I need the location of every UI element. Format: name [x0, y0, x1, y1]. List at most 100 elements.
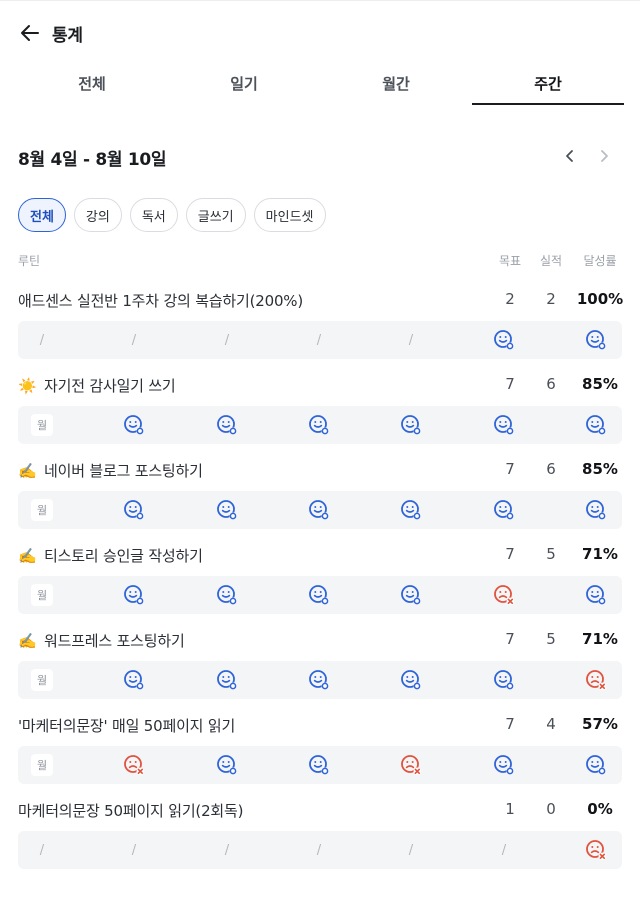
weekday-label: 월 — [31, 414, 53, 436]
smile-check-icon[interactable] — [114, 661, 154, 699]
weekday-label: 월 — [31, 584, 53, 606]
smile-check-icon[interactable] — [299, 406, 339, 444]
chip-writing[interactable]: 글쓰기 — [185, 198, 246, 232]
routine-actual: 0 — [546, 800, 556, 818]
smile-check-icon[interactable] — [207, 576, 247, 614]
day-cell-empty: / — [22, 831, 62, 869]
empty-slash: / — [224, 842, 230, 858]
empty-slash: / — [501, 842, 507, 858]
weekday-label: 월 — [31, 499, 53, 521]
routine-rate: 85% — [582, 375, 618, 393]
column-routine: 루틴 — [18, 254, 41, 268]
routine-row[interactable]: ✍️ 티스토리 승인글 작성하기 7 5 71% 월 — [18, 543, 622, 621]
back-arrow-icon[interactable] — [18, 21, 42, 45]
routine-actual: 4 — [546, 715, 556, 733]
page-title: 통계 — [52, 26, 83, 46]
chip-reading[interactable]: 독서 — [129, 198, 178, 232]
smile-check-icon[interactable] — [114, 576, 154, 614]
column-rate: 달성률 — [583, 254, 617, 268]
smile-check-icon[interactable] — [207, 491, 247, 529]
smile-check-icon[interactable] — [484, 661, 524, 699]
day-cell-empty: / — [391, 321, 431, 359]
tab-weekly[interactable]: 주간 — [472, 66, 624, 106]
routine-actual: 6 — [546, 460, 556, 478]
smile-check-icon[interactable] — [114, 406, 154, 444]
routine-day-track: 월 — [18, 746, 622, 784]
smile-check-icon[interactable] — [391, 406, 431, 444]
routine-row[interactable]: 애드센스 실전반 1주차 강의 복습하기(200%) 2 2 100% / / / / / — [18, 288, 623, 366]
routine-goal: 7 — [505, 715, 515, 733]
chip-all[interactable]: 전체 — [18, 198, 66, 232]
sad-x-icon[interactable] — [391, 746, 431, 784]
routine-day-track: 월 — [18, 491, 622, 529]
smile-check-icon[interactable] — [484, 491, 524, 529]
smile-check-icon[interactable] — [207, 746, 247, 784]
routine-row[interactable]: '마케터의문장' 매일 50페이지 읽기 7 4 57% 월 — [18, 713, 622, 791]
routine-goal: 7 — [505, 545, 515, 563]
routine-row[interactable]: ✍️ 네이버 블로그 포스팅하기 7 6 85% 월 — [18, 458, 622, 536]
smile-check-icon[interactable] — [207, 661, 247, 699]
smile-check-icon[interactable] — [576, 491, 616, 529]
empty-slash: / — [316, 842, 322, 858]
weekday-label: 월 — [31, 754, 53, 776]
smile-check-icon[interactable] — [299, 746, 339, 784]
sad-x-icon[interactable] — [114, 746, 154, 784]
sad-x-icon[interactable] — [576, 831, 616, 869]
routine-title: ✍️ 티스토리 승인글 작성하기 — [18, 545, 203, 566]
routine-actual: 6 — [546, 375, 556, 393]
sad-x-icon[interactable] — [484, 576, 524, 614]
smile-check-icon[interactable] — [484, 406, 524, 444]
routine-name: 네이버 블로그 포스팅하기 — [44, 462, 203, 480]
day-cell-weekday: 월 — [22, 746, 62, 784]
smile-check-icon[interactable] — [391, 661, 431, 699]
column-actual: 실적 — [539, 254, 563, 268]
week-range: 8월 4일 - 8월 10일 — [18, 150, 167, 170]
routine-name: 애드센스 실전반 1주차 강의 복습하기(200%) — [18, 292, 304, 310]
day-cell-empty: / — [114, 321, 154, 359]
chevron-left-icon[interactable] — [560, 145, 580, 167]
chevron-right-icon[interactable] — [594, 145, 614, 167]
day-cell-empty: / — [299, 321, 339, 359]
day-cell-weekday: 월 — [22, 576, 62, 614]
routine-title: '마케터의문장' 매일 50페이지 읽기 — [18, 715, 235, 736]
smile-check-icon[interactable] — [484, 321, 524, 359]
smile-check-icon[interactable] — [207, 406, 247, 444]
smile-check-icon[interactable] — [391, 576, 431, 614]
tab-all[interactable]: 전체 — [16, 66, 168, 106]
routine-rate: 85% — [582, 460, 618, 478]
chip-mindset[interactable]: 마인드셋 — [253, 198, 326, 232]
routine-summary: 애드센스 실전반 1주차 강의 복습하기(200%) 2 2 100% — [18, 288, 623, 310]
day-cell-empty: / — [391, 831, 431, 869]
routine-row[interactable]: 마케터의문장 50페이지 읽기(2회독) 1 0 0% / / / / / / — [18, 798, 622, 876]
column-header: 루틴 목표 실적 달성률 — [18, 252, 622, 270]
routine-rate: 0% — [587, 800, 613, 818]
day-cell-weekday: 월 — [22, 661, 62, 699]
empty-slash: / — [408, 842, 414, 858]
routine-goal: 2 — [505, 290, 515, 308]
tab-monthly[interactable]: 월간 — [320, 66, 472, 106]
smile-check-icon[interactable] — [299, 661, 339, 699]
empty-slash: / — [39, 842, 45, 858]
routine-row[interactable]: ✍️ 워드프레스 포스팅하기 7 5 71% 월 — [18, 628, 622, 706]
routine-rate: 71% — [582, 545, 618, 563]
smile-check-icon[interactable] — [576, 576, 616, 614]
sad-x-icon[interactable] — [576, 661, 616, 699]
smile-check-icon[interactable] — [576, 321, 616, 359]
category-filter: 전체 강의 독서 글쓰기 마인드셋 — [18, 198, 326, 232]
smile-check-icon[interactable] — [484, 746, 524, 784]
chip-lecture[interactable]: 강의 — [73, 198, 122, 232]
routine-rate: 100% — [576, 290, 624, 308]
day-cell-empty: / — [484, 831, 524, 869]
smile-check-icon[interactable] — [299, 576, 339, 614]
smile-check-icon[interactable] — [391, 491, 431, 529]
smile-check-icon[interactable] — [576, 406, 616, 444]
smile-check-icon[interactable] — [576, 746, 616, 784]
routine-row[interactable]: ☀️ 자기전 감사일기 쓰기 7 6 85% 월 — [18, 373, 622, 451]
smile-check-icon[interactable] — [114, 491, 154, 529]
column-goal: 목표 — [498, 254, 522, 268]
routine-title: ✍️ 워드프레스 포스팅하기 — [18, 630, 185, 651]
tab-diary[interactable]: 일기 — [168, 66, 320, 106]
smile-check-icon[interactable] — [299, 491, 339, 529]
routine-day-track: 월 — [18, 661, 622, 699]
day-cell-empty: / — [207, 831, 247, 869]
